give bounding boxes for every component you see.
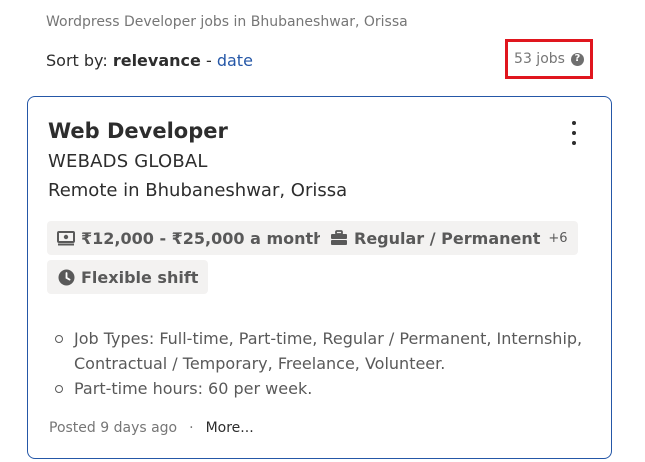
job-card[interactable]: Web Developer WEBADS GLOBAL Remote in Bh… [27, 96, 612, 459]
sort-by-date-link[interactable]: date [217, 51, 253, 70]
job-footer: Posted 9 days ago · More... [49, 418, 254, 438]
briefcase-icon [330, 229, 348, 247]
salary-text: ₹12,000 - ₹25,000 a month [81, 228, 325, 248]
snippet-item: Job Types: Full-time, Part-time, Regular… [52, 326, 592, 376]
sort-label: Sort by: [46, 51, 108, 70]
footer-separator: · [189, 420, 194, 436]
job-type-chip: Regular / Permanent +6 [320, 221, 578, 255]
job-count-label: 53 jobs [514, 51, 565, 67]
sort-row: Sort by: relevance - date [46, 50, 253, 72]
sort-separator: - [205, 51, 212, 70]
posted-date: Posted 9 days ago [49, 420, 178, 436]
shift-text: Flexible shift [81, 267, 199, 287]
job-type-more-count: +6 [548, 230, 568, 246]
help-circle-icon[interactable]: ? [570, 52, 584, 66]
job-count: 53 jobs ? [505, 39, 593, 79]
results-heading: Wordpress Developer jobs in Bhubaneshwar… [46, 14, 408, 30]
job-snippet: Job Types: Full-time, Part-time, Regular… [52, 326, 592, 401]
job-location: Remote in Bhubaneshwar, Orissa [48, 180, 348, 201]
shift-chip: Flexible shift [47, 260, 209, 294]
search-results-page: Wordpress Developer jobs in Bhubaneshwar… [0, 0, 645, 462]
snippet-item: Part-time hours: 60 per week. [52, 376, 592, 401]
more-link[interactable]: More... [206, 418, 254, 438]
sort-relevance: relevance [112, 51, 201, 70]
company-name: WEBADS GLOBAL [48, 151, 208, 172]
job-title[interactable]: Web Developer [48, 117, 228, 145]
job-type-text: Regular / Permanent [354, 228, 541, 248]
salary-chip: ₹12,000 - ₹25,000 a month [47, 221, 335, 255]
kebab-menu-icon[interactable] [562, 119, 586, 147]
clock-icon [57, 268, 75, 286]
money-icon [57, 229, 75, 247]
